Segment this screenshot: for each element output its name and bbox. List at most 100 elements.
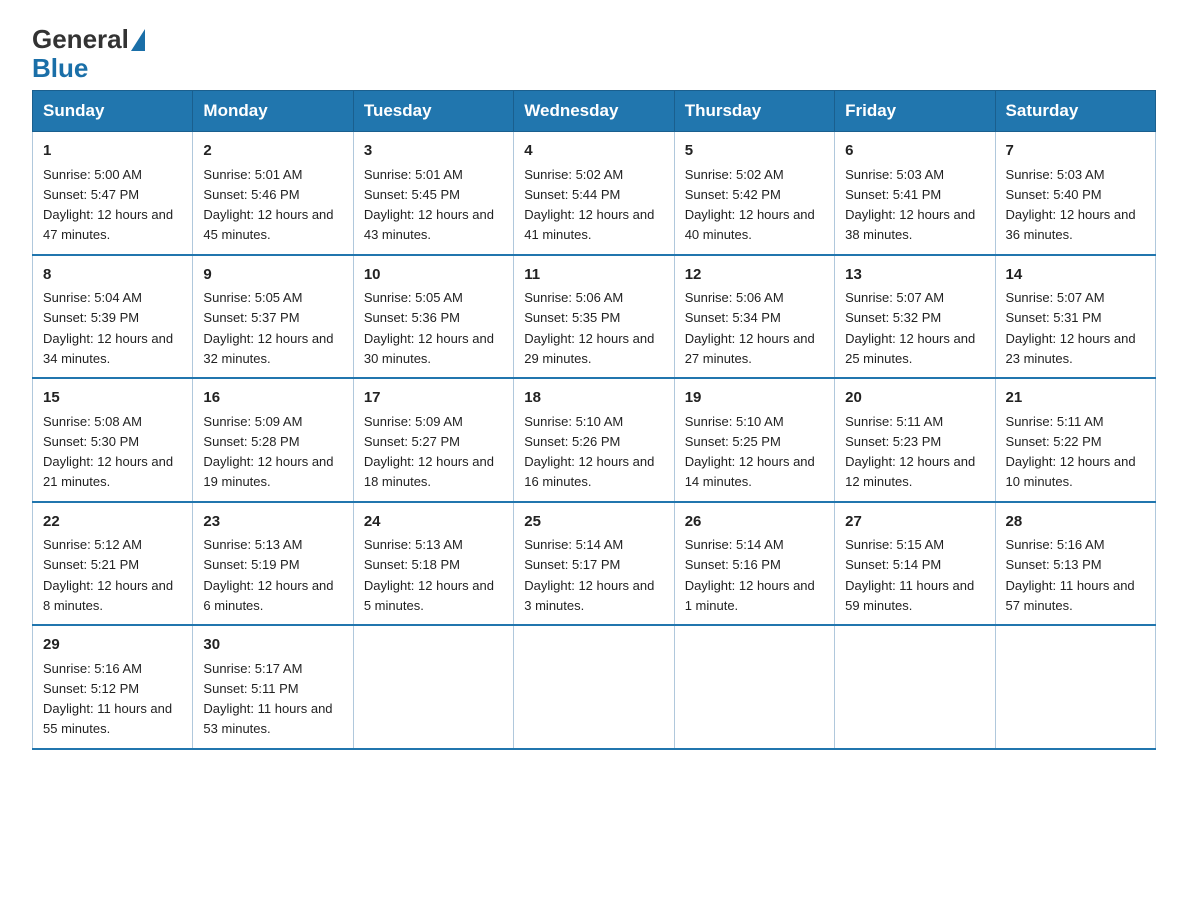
weekday-header-monday: Monday — [193, 91, 353, 132]
calendar-day-cell: 3 Sunrise: 5:01 AMSunset: 5:45 PMDayligh… — [353, 132, 513, 255]
calendar-day-cell — [674, 625, 834, 749]
day-number: 25 — [524, 511, 663, 534]
calendar-day-cell: 17 Sunrise: 5:09 AMSunset: 5:27 PMDaylig… — [353, 378, 513, 502]
day-number: 11 — [524, 264, 663, 287]
day-info: Sunrise: 5:12 AMSunset: 5:21 PMDaylight:… — [43, 537, 173, 613]
day-info: Sunrise: 5:00 AMSunset: 5:47 PMDaylight:… — [43, 167, 173, 243]
day-info: Sunrise: 5:17 AMSunset: 5:11 PMDaylight:… — [203, 661, 332, 737]
logo: General Blue — [32, 24, 145, 82]
day-number: 19 — [685, 387, 824, 410]
calendar-day-cell: 27 Sunrise: 5:15 AMSunset: 5:14 PMDaylig… — [835, 502, 995, 626]
calendar-day-cell: 29 Sunrise: 5:16 AMSunset: 5:12 PMDaylig… — [33, 625, 193, 749]
day-number: 7 — [1006, 140, 1145, 163]
calendar-day-cell — [514, 625, 674, 749]
day-info: Sunrise: 5:16 AMSunset: 5:12 PMDaylight:… — [43, 661, 172, 737]
day-info: Sunrise: 5:06 AMSunset: 5:34 PMDaylight:… — [685, 290, 815, 366]
calendar-day-cell: 28 Sunrise: 5:16 AMSunset: 5:13 PMDaylig… — [995, 502, 1155, 626]
day-number: 9 — [203, 264, 342, 287]
day-number: 28 — [1006, 511, 1145, 534]
day-number: 15 — [43, 387, 182, 410]
calendar-day-cell: 12 Sunrise: 5:06 AMSunset: 5:34 PMDaylig… — [674, 255, 834, 379]
calendar-day-cell: 23 Sunrise: 5:13 AMSunset: 5:19 PMDaylig… — [193, 502, 353, 626]
day-number: 27 — [845, 511, 984, 534]
day-info: Sunrise: 5:05 AMSunset: 5:36 PMDaylight:… — [364, 290, 494, 366]
day-number: 23 — [203, 511, 342, 534]
day-number: 6 — [845, 140, 984, 163]
calendar-day-cell: 11 Sunrise: 5:06 AMSunset: 5:35 PMDaylig… — [514, 255, 674, 379]
day-number: 13 — [845, 264, 984, 287]
calendar-day-cell: 20 Sunrise: 5:11 AMSunset: 5:23 PMDaylig… — [835, 378, 995, 502]
day-info: Sunrise: 5:10 AMSunset: 5:26 PMDaylight:… — [524, 414, 654, 490]
day-info: Sunrise: 5:11 AMSunset: 5:22 PMDaylight:… — [1006, 414, 1136, 490]
calendar-day-cell: 18 Sunrise: 5:10 AMSunset: 5:26 PMDaylig… — [514, 378, 674, 502]
calendar-week-row: 1 Sunrise: 5:00 AMSunset: 5:47 PMDayligh… — [33, 132, 1156, 255]
weekday-header-friday: Friday — [835, 91, 995, 132]
day-info: Sunrise: 5:14 AMSunset: 5:16 PMDaylight:… — [685, 537, 815, 613]
day-info: Sunrise: 5:07 AMSunset: 5:31 PMDaylight:… — [1006, 290, 1136, 366]
logo-blue-text: Blue — [32, 53, 88, 83]
day-info: Sunrise: 5:07 AMSunset: 5:32 PMDaylight:… — [845, 290, 975, 366]
calendar-day-cell: 10 Sunrise: 5:05 AMSunset: 5:36 PMDaylig… — [353, 255, 513, 379]
calendar-day-cell: 24 Sunrise: 5:13 AMSunset: 5:18 PMDaylig… — [353, 502, 513, 626]
day-info: Sunrise: 5:05 AMSunset: 5:37 PMDaylight:… — [203, 290, 333, 366]
day-number: 8 — [43, 264, 182, 287]
calendar-day-cell: 30 Sunrise: 5:17 AMSunset: 5:11 PMDaylig… — [193, 625, 353, 749]
day-info: Sunrise: 5:01 AMSunset: 5:45 PMDaylight:… — [364, 167, 494, 243]
day-number: 16 — [203, 387, 342, 410]
calendar-day-cell: 21 Sunrise: 5:11 AMSunset: 5:22 PMDaylig… — [995, 378, 1155, 502]
calendar-table: SundayMondayTuesdayWednesdayThursdayFrid… — [32, 90, 1156, 750]
calendar-day-cell: 16 Sunrise: 5:09 AMSunset: 5:28 PMDaylig… — [193, 378, 353, 502]
calendar-day-cell: 26 Sunrise: 5:14 AMSunset: 5:16 PMDaylig… — [674, 502, 834, 626]
calendar-week-row: 15 Sunrise: 5:08 AMSunset: 5:30 PMDaylig… — [33, 378, 1156, 502]
day-info: Sunrise: 5:03 AMSunset: 5:41 PMDaylight:… — [845, 167, 975, 243]
day-number: 2 — [203, 140, 342, 163]
day-info: Sunrise: 5:04 AMSunset: 5:39 PMDaylight:… — [43, 290, 173, 366]
calendar-day-cell: 1 Sunrise: 5:00 AMSunset: 5:47 PMDayligh… — [33, 132, 193, 255]
day-number: 3 — [364, 140, 503, 163]
logo-general-text: General — [32, 24, 129, 55]
day-number: 22 — [43, 511, 182, 534]
day-info: Sunrise: 5:06 AMSunset: 5:35 PMDaylight:… — [524, 290, 654, 366]
day-number: 4 — [524, 140, 663, 163]
day-info: Sunrise: 5:11 AMSunset: 5:23 PMDaylight:… — [845, 414, 975, 490]
day-info: Sunrise: 5:14 AMSunset: 5:17 PMDaylight:… — [524, 537, 654, 613]
calendar-day-cell: 5 Sunrise: 5:02 AMSunset: 5:42 PMDayligh… — [674, 132, 834, 255]
day-info: Sunrise: 5:01 AMSunset: 5:46 PMDaylight:… — [203, 167, 333, 243]
day-number: 24 — [364, 511, 503, 534]
day-number: 21 — [1006, 387, 1145, 410]
day-number: 30 — [203, 634, 342, 657]
day-number: 18 — [524, 387, 663, 410]
weekday-header-thursday: Thursday — [674, 91, 834, 132]
day-number: 10 — [364, 264, 503, 287]
calendar-day-cell: 6 Sunrise: 5:03 AMSunset: 5:41 PMDayligh… — [835, 132, 995, 255]
weekday-header-sunday: Sunday — [33, 91, 193, 132]
weekday-header-saturday: Saturday — [995, 91, 1155, 132]
day-info: Sunrise: 5:09 AMSunset: 5:27 PMDaylight:… — [364, 414, 494, 490]
day-number: 1 — [43, 140, 182, 163]
day-info: Sunrise: 5:13 AMSunset: 5:18 PMDaylight:… — [364, 537, 494, 613]
day-info: Sunrise: 5:13 AMSunset: 5:19 PMDaylight:… — [203, 537, 333, 613]
page-header: General Blue — [32, 24, 1156, 82]
calendar-header-row: SundayMondayTuesdayWednesdayThursdayFrid… — [33, 91, 1156, 132]
day-number: 5 — [685, 140, 824, 163]
day-number: 17 — [364, 387, 503, 410]
weekday-header-wednesday: Wednesday — [514, 91, 674, 132]
calendar-day-cell: 19 Sunrise: 5:10 AMSunset: 5:25 PMDaylig… — [674, 378, 834, 502]
calendar-week-row: 8 Sunrise: 5:04 AMSunset: 5:39 PMDayligh… — [33, 255, 1156, 379]
day-info: Sunrise: 5:16 AMSunset: 5:13 PMDaylight:… — [1006, 537, 1135, 613]
calendar-day-cell — [835, 625, 995, 749]
calendar-day-cell: 2 Sunrise: 5:01 AMSunset: 5:46 PMDayligh… — [193, 132, 353, 255]
day-info: Sunrise: 5:09 AMSunset: 5:28 PMDaylight:… — [203, 414, 333, 490]
day-info: Sunrise: 5:02 AMSunset: 5:44 PMDaylight:… — [524, 167, 654, 243]
weekday-header-tuesday: Tuesday — [353, 91, 513, 132]
day-number: 29 — [43, 634, 182, 657]
calendar-day-cell: 4 Sunrise: 5:02 AMSunset: 5:44 PMDayligh… — [514, 132, 674, 255]
calendar-day-cell — [353, 625, 513, 749]
calendar-day-cell: 22 Sunrise: 5:12 AMSunset: 5:21 PMDaylig… — [33, 502, 193, 626]
day-number: 26 — [685, 511, 824, 534]
logo-triangle-icon — [131, 29, 145, 51]
calendar-day-cell: 14 Sunrise: 5:07 AMSunset: 5:31 PMDaylig… — [995, 255, 1155, 379]
day-info: Sunrise: 5:15 AMSunset: 5:14 PMDaylight:… — [845, 537, 974, 613]
calendar-day-cell: 25 Sunrise: 5:14 AMSunset: 5:17 PMDaylig… — [514, 502, 674, 626]
calendar-day-cell: 7 Sunrise: 5:03 AMSunset: 5:40 PMDayligh… — [995, 132, 1155, 255]
